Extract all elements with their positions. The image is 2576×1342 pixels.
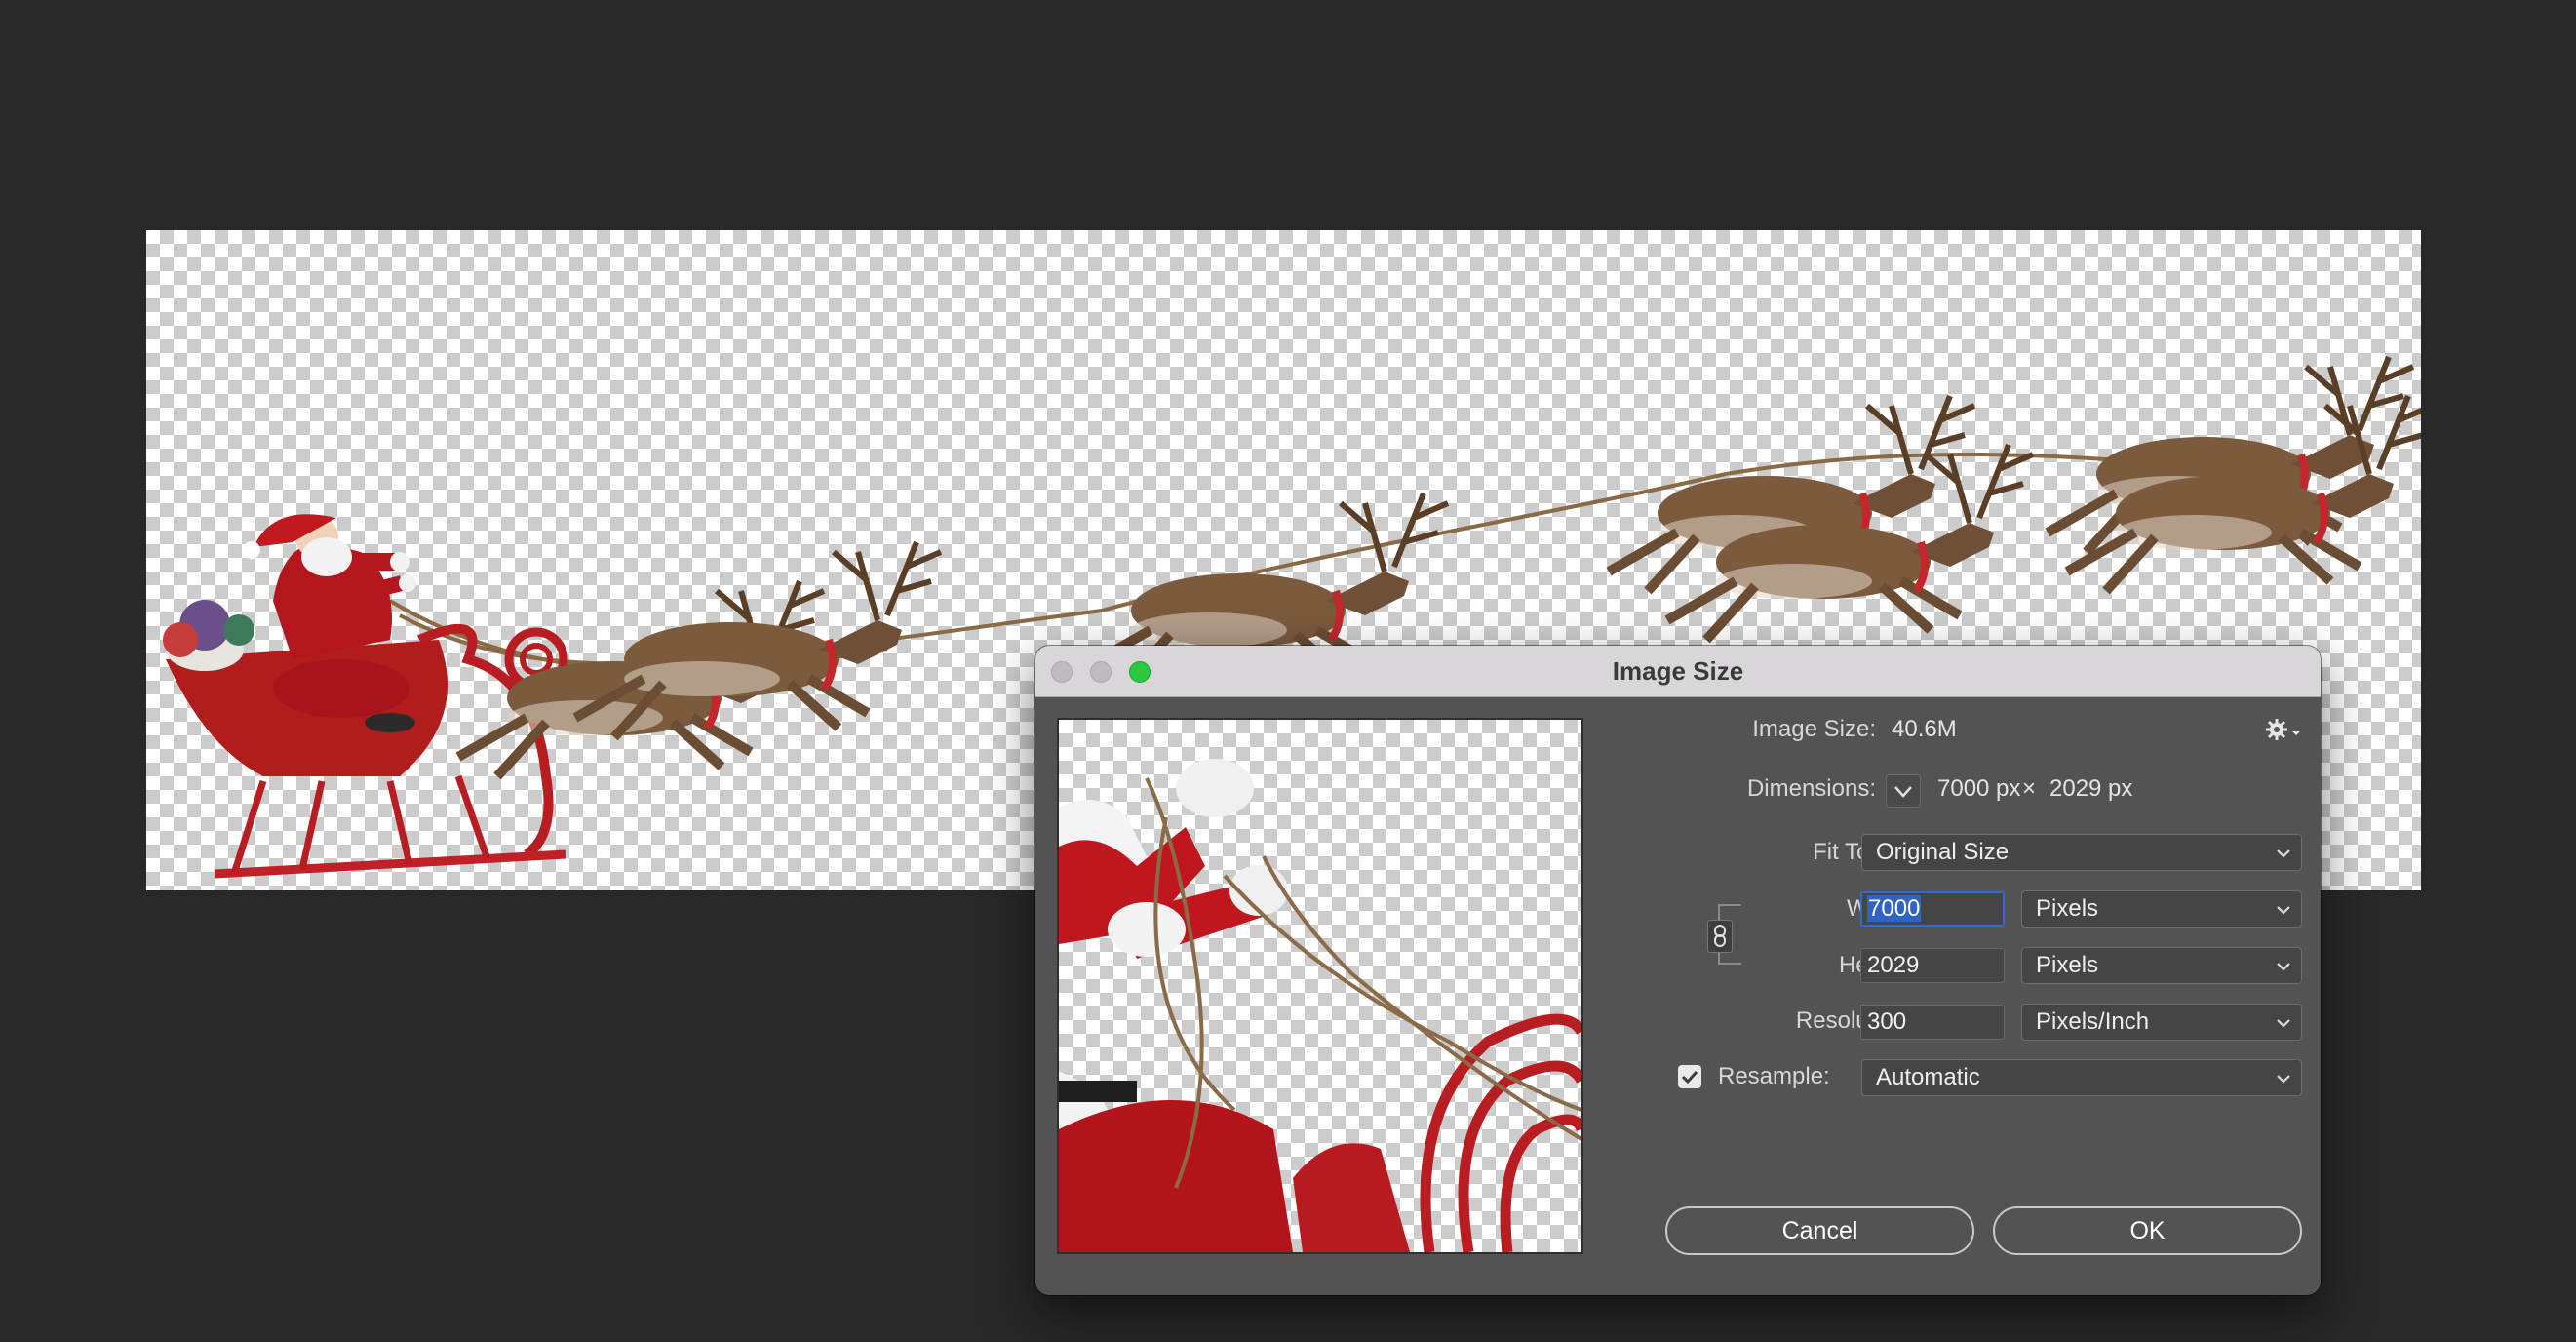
height-unit-select[interactable]: Pixels	[2021, 947, 2302, 984]
chevron-down-icon	[2277, 906, 2290, 915]
dimensions-unit-menu[interactable]	[1886, 774, 1921, 808]
dimensions-times-sign: ×	[2022, 775, 2037, 802]
height-input-value: 2029	[1867, 952, 1920, 978]
image-preview[interactable]	[1057, 718, 1583, 1254]
resample-select[interactable]: Automatic	[1861, 1059, 2302, 1096]
chevron-down-icon	[2277, 849, 2290, 858]
image-size-dialog: Image Size Image Size: 40.6M Dimensions:…	[1035, 646, 2321, 1295]
chevron-down-icon	[2277, 1019, 2290, 1028]
resample-value: Automatic	[1876, 1064, 1980, 1090]
dimensions-width-value: 7000 px	[1937, 775, 2021, 802]
image-size-label: Image Size:	[1752, 716, 1876, 742]
image-size-value: 40.6M	[1892, 716, 1957, 742]
ok-button[interactable]: OK	[1993, 1206, 2302, 1255]
preview-artwork	[1059, 759, 1581, 1252]
width-input-value: 7000	[1867, 895, 1922, 922]
resolution-input[interactable]: 300	[1860, 1005, 2005, 1040]
width-input[interactable]: 7000	[1860, 891, 2005, 927]
cancel-button[interactable]: Cancel	[1665, 1206, 1974, 1255]
width-unit-select[interactable]: Pixels	[2021, 890, 2302, 928]
dialog-titlebar[interactable]: Image Size	[1035, 646, 2321, 697]
checkmark-icon	[1681, 1070, 1698, 1085]
resolution-input-value: 300	[1867, 1008, 1907, 1035]
dimensions-height-value: 2029 px	[2049, 775, 2133, 802]
resolution-unit-value: Pixels/Inch	[2036, 1008, 2150, 1035]
height-input[interactable]: 2029	[1860, 948, 2005, 983]
height-unit-value: Pixels	[2036, 952, 2099, 978]
dialog-title: Image Size	[1612, 656, 1744, 686]
fit-to-label: Fit To:	[1813, 839, 1876, 865]
fit-to-value: Original Size	[1876, 839, 2010, 865]
width-unit-value: Pixels	[2036, 895, 2099, 922]
chevron-down-icon	[2277, 1075, 2290, 1084]
fit-to-select[interactable]: Original Size	[1861, 834, 2302, 871]
resample-checkbox[interactable]	[1678, 1065, 1701, 1088]
resolution-unit-select[interactable]: Pixels/Inch	[2021, 1004, 2302, 1041]
settings-gear-button[interactable]	[2264, 716, 2303, 745]
gear-icon	[2266, 719, 2300, 740]
chevron-down-icon	[2277, 963, 2290, 971]
chevron-down-icon	[1894, 786, 1912, 798]
dimensions-label: Dimensions:	[1746, 775, 1876, 802]
